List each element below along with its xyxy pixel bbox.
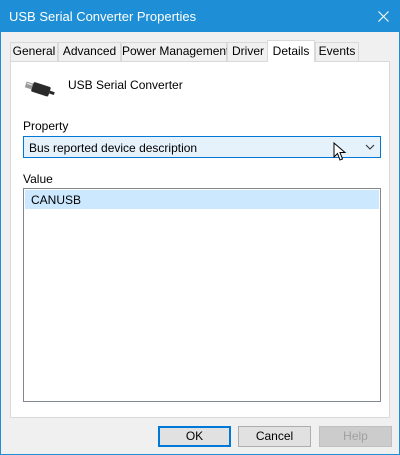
usb-plug-icon: [24, 81, 55, 97]
title-bar[interactable]: USB Serial Converter Properties: [1, 1, 399, 32]
tab-advanced[interactable]: Advanced: [58, 42, 121, 61]
mouse-pointer-icon: [333, 142, 347, 161]
property-dropdown[interactable]: Bus reported device description: [23, 136, 381, 158]
tab-driver[interactable]: Driver: [227, 42, 269, 61]
details-panel: USB Serial Converter Property Bus report…: [10, 61, 390, 418]
chevron-down-icon: [365, 144, 375, 150]
tab-power-management[interactable]: Power Management: [121, 42, 229, 61]
tab-events[interactable]: Events: [315, 42, 359, 61]
property-selected-value: Bus reported device description: [29, 141, 198, 155]
close-icon: [377, 11, 389, 22]
ok-button[interactable]: OK: [158, 426, 231, 447]
tab-general[interactable]: General: [10, 42, 58, 61]
value-listbox[interactable]: CANUSB: [23, 188, 381, 402]
window-title: USB Serial Converter Properties: [9, 9, 197, 24]
list-item[interactable]: CANUSB: [25, 190, 379, 209]
help-button[interactable]: Help: [319, 426, 392, 447]
property-label: Property: [23, 119, 69, 133]
tab-details[interactable]: Details: [267, 40, 315, 62]
value-label: Value: [23, 172, 53, 186]
list-item-text: CANUSB: [31, 193, 82, 207]
device-name: USB Serial Converter: [68, 78, 183, 92]
properties-dialog: USB Serial Converter Properties General …: [0, 0, 400, 455]
cancel-button[interactable]: Cancel: [238, 426, 311, 447]
close-button[interactable]: [367, 1, 399, 32]
